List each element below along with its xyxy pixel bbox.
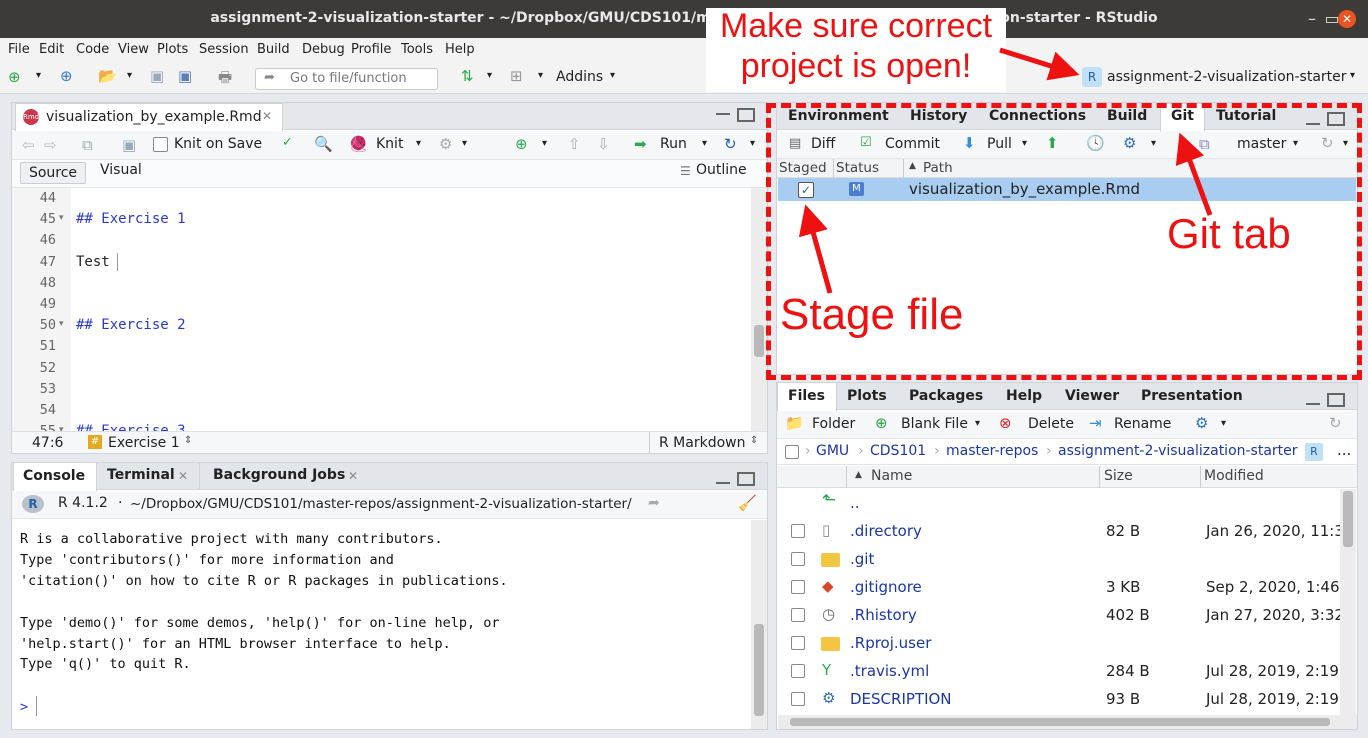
annotation-arrows: [798, 47, 1213, 294]
arrow-to-git-tab: [1175, 132, 1213, 216]
arrow-to-project: [999, 47, 1080, 81]
arrow-to-staged-checkbox: [798, 204, 833, 294]
